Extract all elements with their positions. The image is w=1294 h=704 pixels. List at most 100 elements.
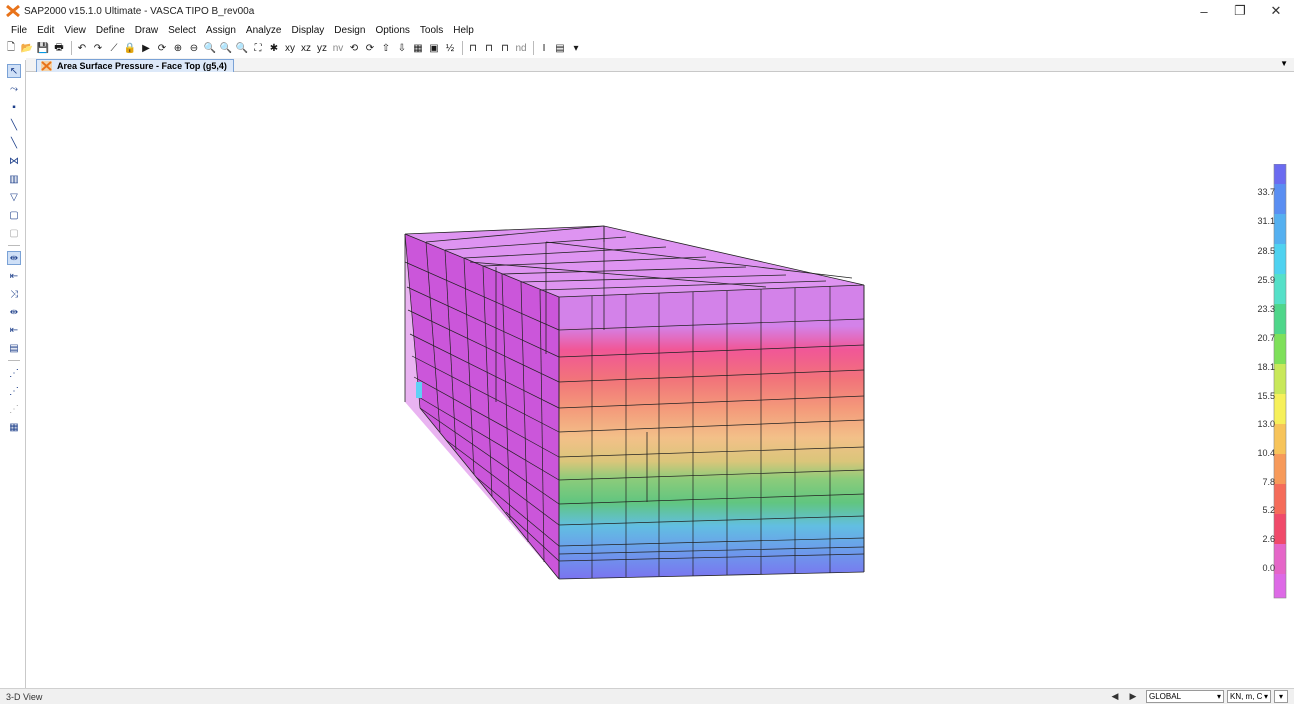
arrow-right-icon[interactable]: ▶ — [1125, 690, 1141, 703]
open-icon[interactable]: 📂 — [20, 40, 34, 56]
fraction-icon[interactable]: ½ — [443, 40, 457, 56]
scale-band — [1274, 454, 1286, 484]
refresh-icon[interactable]: ⟋ — [107, 40, 121, 56]
menu-view[interactable]: View — [59, 25, 91, 36]
view-xy-button[interactable]: xy — [283, 40, 297, 56]
get-previous-selection-icon[interactable]: ⇤ — [7, 269, 21, 283]
tab-area-surface-pressure[interactable]: Area Surface Pressure - Face Top (g5,4) — [36, 59, 234, 72]
menu-select[interactable]: Select — [163, 25, 201, 36]
tab-list-dropdown-icon[interactable]: ▼ — [1280, 59, 1288, 68]
minimize-button[interactable]: – — [1186, 0, 1222, 22]
display-grid-icon[interactable]: ▦ — [7, 420, 21, 434]
menu-help[interactable]: Help — [448, 25, 479, 36]
draw-secondary-beams-icon[interactable]: ▥ — [7, 172, 21, 186]
view-xz-button[interactable]: xz — [299, 40, 313, 56]
lock-icon[interactable]: 🔒 — [123, 40, 137, 56]
menu-file[interactable]: File — [6, 25, 32, 36]
status-bar: 3-D View ◀ ▶ GLOBAL ▾ KN, m, C ▾ ▾ — [0, 688, 1294, 704]
draw-poly-area-icon[interactable]: ▽ — [7, 190, 21, 204]
assign-restraints-icon[interactable]: ⋰ — [7, 366, 21, 380]
menu-options[interactable]: Options — [370, 25, 414, 36]
snap-options-icon[interactable]: ▤ — [7, 341, 21, 355]
scale-band — [1274, 184, 1286, 214]
rotate-right-icon[interactable]: ⟳ — [363, 40, 377, 56]
menu-tools[interactable]: Tools — [415, 25, 448, 36]
show-deformed-icon[interactable]: ⊓ — [466, 40, 480, 56]
clear-selection-icon[interactable]: ⤨ — [7, 287, 21, 301]
view-nv-button[interactable]: nv — [331, 40, 345, 56]
menu-display[interactable]: Display — [287, 25, 330, 36]
show-forces-icon[interactable]: ⊓ — [482, 40, 496, 56]
quick-draw-area-icon[interactable]: ▢ — [7, 226, 21, 240]
intersecting-line-icon[interactable]: ⇹ — [7, 305, 21, 319]
arrow-left-icon[interactable]: ◀ — [1107, 690, 1123, 703]
tank-model — [404, 225, 865, 580]
menu-define[interactable]: Define — [91, 25, 130, 36]
close-button[interactable]: ✕ — [1258, 0, 1294, 22]
scale-value-label: 0.0 — [1262, 563, 1275, 573]
show-grid-icon[interactable]: ▦ — [411, 40, 425, 56]
view-3d-icon[interactable]: ✱ — [267, 40, 281, 56]
move-up-icon[interactable]: ⇧ — [379, 40, 393, 56]
save-icon[interactable]: 💾 — [36, 40, 50, 56]
selected-joint-marker — [416, 382, 422, 398]
run-analysis-icon[interactable]: ▶ — [139, 40, 153, 56]
zoom-window-icon[interactable]: 🔍 — [203, 40, 217, 56]
rubber-band-zoom-icon[interactable]: ⟳ — [155, 40, 169, 56]
quick-draw-frame-icon[interactable]: ╲ — [7, 136, 21, 150]
scale-value-label: 13.0 — [1257, 419, 1275, 429]
model-canvas[interactable] — [26, 72, 1294, 688]
menu-edit[interactable]: Edit — [32, 25, 59, 36]
toolbar-separator — [8, 360, 20, 361]
section-designer-icon[interactable]: I — [537, 40, 551, 56]
zoom-in-icon[interactable]: ⊕ — [171, 40, 185, 56]
zoom-previous-icon[interactable]: 🔍 — [219, 40, 233, 56]
display-tables-icon[interactable]: ▤ — [553, 40, 567, 56]
show-stresses-icon[interactable]: ⊓ — [498, 40, 512, 56]
scale-band — [1274, 364, 1286, 394]
zoom-restore-icon[interactable]: 🔍 — [235, 40, 249, 56]
assign-loads-icon[interactable]: ⋰ — [7, 402, 21, 416]
reshape-icon[interactable]: ⤳ — [7, 82, 21, 96]
menu-analyze[interactable]: Analyze — [241, 25, 287, 36]
scale-value-label: 20.7 — [1257, 333, 1275, 343]
maximize-button[interactable]: ❐ — [1222, 0, 1258, 22]
undo-icon[interactable]: ↶ — [75, 40, 89, 56]
menu-draw[interactable]: Draw — [130, 25, 163, 36]
coord-system-select[interactable]: GLOBAL ▾ — [1146, 690, 1224, 703]
scale-band — [1274, 164, 1286, 184]
menu-bar: File Edit View Define Draw Select Assign… — [0, 22, 1294, 38]
3d-model-viewport[interactable] — [26, 72, 1294, 688]
move-down-icon[interactable]: ⇩ — [395, 40, 409, 56]
scale-value-label: 25.9 — [1257, 275, 1275, 285]
view-yz-button[interactable]: yz — [315, 40, 329, 56]
scale-band — [1274, 214, 1286, 244]
menu-assign[interactable]: Assign — [201, 25, 241, 36]
draw-joint-icon[interactable]: ▪ — [7, 100, 21, 114]
scale-value-label: 2.6 — [1262, 534, 1275, 544]
draw-rect-area-icon[interactable]: ▢ — [7, 208, 21, 222]
units-select[interactable]: KN, m, C ▾ — [1227, 690, 1271, 703]
snap-to-points-icon[interactable]: ⇤ — [7, 323, 21, 337]
new-model-icon[interactable]: 🗋 — [4, 40, 18, 56]
assign-springs-icon[interactable]: ⋰ — [7, 384, 21, 398]
units-dropdown-button[interactable]: ▾ — [1274, 690, 1288, 703]
tab-label: Area Surface Pressure - Face Top (g5,4) — [57, 61, 227, 71]
toolbar-dropdown-icon[interactable]: ▾ — [569, 40, 583, 56]
draw-frame-icon[interactable]: ╲ — [7, 118, 21, 132]
display-options-icon[interactable]: ▣ — [427, 40, 441, 56]
select-all-icon[interactable]: ⇹ — [7, 251, 21, 265]
draw-braces-icon[interactable]: ⋈ — [7, 154, 21, 168]
zoom-out-icon[interactable]: ⊖ — [187, 40, 201, 56]
scale-band — [1274, 544, 1286, 574]
scale-band — [1274, 514, 1286, 544]
pan-icon[interactable]: ⛶ — [251, 40, 265, 56]
print-icon[interactable]: 🖶 — [52, 40, 66, 56]
pointer-icon[interactable]: ↖ — [7, 64, 21, 78]
scale-band — [1274, 574, 1286, 598]
menu-design[interactable]: Design — [329, 25, 370, 36]
nd-button[interactable]: nd — [514, 40, 528, 56]
main-toolbar: 🗋 📂 💾 🖶 ↶ ↷ ⟋ 🔒 ▶ ⟳ ⊕ ⊖ 🔍 🔍 🔍 ⛶ ✱ xy xz … — [0, 38, 1294, 58]
rotate-left-icon[interactable]: ⟲ — [347, 40, 361, 56]
redo-icon[interactable]: ↷ — [91, 40, 105, 56]
